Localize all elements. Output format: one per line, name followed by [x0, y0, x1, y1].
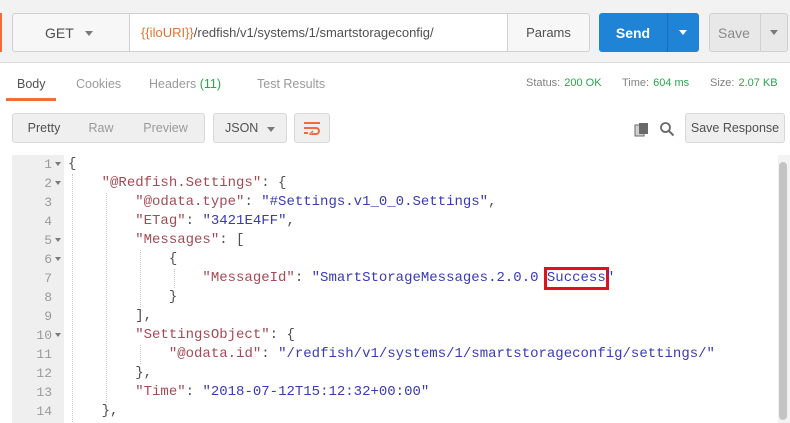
code-text: ],	[135, 308, 153, 324]
code-text: "SettingsObject": {	[135, 327, 295, 343]
code-text: "ETag": "3421E4FF",	[135, 213, 295, 229]
code-line: 4 "ETag": "3421E4FF",	[12, 212, 778, 231]
save-divider	[760, 14, 761, 51]
line-number: 12	[36, 366, 52, 381]
tab-body[interactable]: Body	[17, 77, 46, 91]
response-tabs: Body Cookies Headers (11) Test Results S…	[0, 63, 790, 103]
url-variable: {{iloURI}}	[141, 25, 194, 40]
code-line: 12 },	[12, 364, 778, 383]
tab-headers[interactable]: Headers (11)	[149, 77, 221, 91]
headers-count-badge: (11)	[199, 77, 222, 91]
fold-arrow-icon[interactable]	[55, 333, 61, 337]
save-button[interactable]: Save	[709, 13, 788, 52]
line-number: 6	[44, 252, 52, 267]
code-text: "@odata.id": "/redfish/v1/systems/1/smar…	[168, 346, 715, 362]
chevron-down-icon	[267, 127, 275, 132]
code-text: "Messages": [	[135, 232, 245, 248]
size-value: 2.07 KB	[738, 77, 778, 89]
line-number: 8	[44, 290, 52, 305]
time-value: 604 ms	[653, 77, 690, 89]
send-label: Send	[615, 24, 651, 41]
code-line: 1 {	[12, 155, 778, 174]
send-options-chevron-icon[interactable]	[679, 30, 687, 35]
code-text: {	[168, 251, 178, 267]
code-line: 11 "@odata.id": "/redfish/v1/systems/1/s…	[12, 345, 778, 364]
fold-arrow-icon[interactable]	[55, 162, 61, 166]
code-text: }	[168, 289, 178, 305]
line-number: 9	[44, 309, 52, 324]
code-line: 2 "@Redfish.Settings": {	[12, 174, 778, 193]
tab-headers-label: Headers	[149, 77, 197, 91]
code-line: 7 "MessageId": "SmartStorageMessages.2.0…	[12, 267, 778, 290]
time-readout: Time: 604 ms	[622, 77, 689, 89]
code-line: 3 "@odata.type": "#Settings.v1_0_0.Setti…	[12, 193, 778, 212]
save-label: Save	[718, 24, 750, 41]
request-bar: GET {{iloURI}}/redfish/v1/systems/1/smar…	[0, 0, 790, 63]
line-number: 14	[36, 404, 52, 419]
code-line: 14 },	[12, 402, 778, 421]
success-highlight-box: Success	[543, 267, 609, 290]
preview-button[interactable]: Preview	[127, 114, 204, 142]
wrap-lines-icon	[304, 122, 320, 135]
line-number: 11	[36, 347, 52, 362]
send-button[interactable]: Send	[599, 13, 699, 52]
code-line: 10 "SettingsObject": {	[12, 326, 778, 345]
chevron-down-icon	[85, 31, 93, 36]
url-path: /redfish/v1/systems/1/smartstorageconfig…	[193, 25, 434, 40]
tab-cookies[interactable]: Cookies	[76, 77, 121, 91]
copy-icon[interactable]	[634, 122, 650, 138]
code-line: 5 "Messages": [	[12, 231, 778, 250]
code-text: "@Redfish.Settings": {	[101, 175, 287, 191]
code-line: 13 "Time": "2018-07-12T15:12:32+00:00"	[12, 383, 778, 402]
active-tab-indicator	[6, 98, 56, 101]
line-number: 2	[44, 176, 52, 191]
size-readout: Size: 2.07 KB	[710, 77, 778, 89]
method-dropdown[interactable]: GET	[12, 13, 129, 52]
wrap-lines-button[interactable]	[294, 113, 330, 143]
line-number: 13	[36, 385, 52, 400]
code-line: 8 }	[12, 288, 778, 307]
request-tab-accent	[0, 13, 2, 52]
size-label: Size:	[710, 77, 735, 89]
line-number: 7	[44, 271, 52, 286]
fold-arrow-icon[interactable]	[55, 238, 61, 242]
code-line: 9 ],	[12, 307, 778, 326]
tab-test-results[interactable]: Test Results	[257, 77, 325, 91]
code-line: 6 {	[12, 250, 778, 269]
send-divider	[667, 13, 668, 52]
raw-button[interactable]: Raw	[75, 114, 127, 142]
code-text: {	[68, 156, 77, 172]
line-number: 5	[44, 233, 52, 248]
time-label: Time:	[622, 77, 650, 89]
line-number: 1	[44, 157, 52, 172]
code-text: "Time": "2018-07-12T15:12:32+00:00"	[135, 384, 430, 400]
format-dropdown[interactable]: JSON	[213, 113, 287, 143]
fold-arrow-icon[interactable]	[55, 181, 61, 185]
format-label: JSON	[225, 121, 259, 135]
fold-arrow-icon[interactable]	[55, 257, 61, 261]
code-text: "MessageId": "SmartStorageMessages.2.0.0…	[202, 267, 615, 290]
pretty-button[interactable]: Pretty	[13, 114, 75, 142]
code-text: },	[101, 403, 119, 419]
save-options-chevron-icon[interactable]	[770, 30, 778, 35]
status-value: 200 OK	[564, 77, 602, 89]
view-mode-group: Pretty Raw Preview	[12, 113, 205, 143]
method-label: GET	[45, 24, 74, 41]
line-number: 4	[44, 214, 52, 229]
status-label: Status:	[526, 77, 561, 89]
line-number: 10	[36, 328, 52, 343]
save-response-button[interactable]: Save Response	[685, 113, 785, 143]
url-input[interactable]: {{iloURI}}/redfish/v1/systems/1/smartsto…	[129, 13, 508, 52]
code-text: "@odata.type": "#Settings.v1_0_0.Setting…	[135, 194, 497, 210]
line-number: 3	[44, 195, 52, 210]
status-readout: Status: 200 OK	[526, 77, 602, 89]
response-toolbar: Pretty Raw Preview JSON Save Response	[0, 105, 790, 153]
params-button[interactable]: Params	[508, 13, 590, 52]
code-text: },	[135, 365, 153, 381]
response-body-editor[interactable]: 1 { 2 "@Redfish.Settings": { 3 "@odata.t…	[12, 155, 778, 423]
editor-scrollbar-thumb[interactable]	[779, 162, 787, 420]
search-icon[interactable]	[659, 121, 675, 137]
